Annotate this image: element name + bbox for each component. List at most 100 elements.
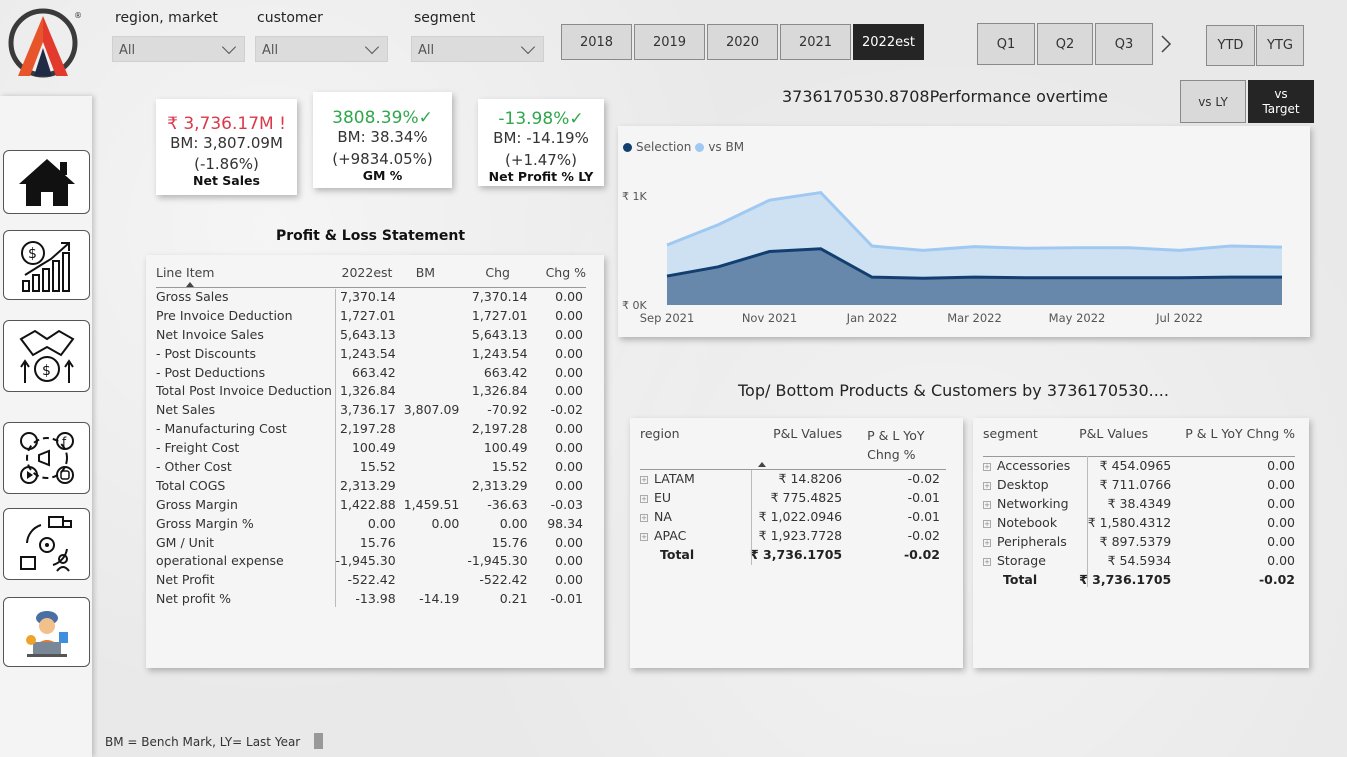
region-yoy-header[interactable]: P & L YoY Chng % [842,426,946,469]
year-button-2020[interactable]: 2020 [707,24,778,60]
pl-row[interactable]: - Post Discounts 1,243.54 1,243.54 0.00 [156,344,586,363]
expand-plus-icon[interactable]: + [983,482,991,490]
nav-marketing-button[interactable]: f [3,422,90,494]
kpi-net-sales-bm: BM: 3,807.09M [170,134,283,152]
region-row[interactable]: + APAC ₹ 1,923.7728 -0.02 [640,526,946,545]
pl-row[interactable]: GM / Unit 15.76 15.76 0.00 [156,533,586,552]
region-dropdown[interactable]: All [112,36,245,62]
nav-finance-button[interactable]: $ [3,320,90,392]
segment-row[interactable]: + Storage ₹ 54.5934 0.00 [983,551,1295,570]
expand-plus-icon[interactable]: + [640,514,648,522]
pl-row[interactable]: Gross Margin 1,422.88 1,459.51 -36.63 -0.03 [156,495,586,514]
expand-plus-icon[interactable]: + [983,558,991,566]
year-button-2019[interactable]: 2019 [634,24,705,60]
vs-target-line1: vs [1274,86,1288,101]
pl-header-chg-pct[interactable]: Chg % [536,259,586,287]
pl-cell-line-item: Net profit % [156,591,231,607]
nav-executive-button[interactable] [3,597,90,667]
region-total-row[interactable]: Total ₹ 3,736.1705 -0.02 [640,545,946,564]
pl-cell-chg: -36.63 [487,496,528,512]
pl-cell-bm [404,381,468,400]
segment-row[interactable]: + Notebook ₹ 1,580.4312 0.00 [983,513,1295,532]
customer-dropdown[interactable]: All [255,36,388,62]
region-name-cell: + APAC [640,528,687,543]
ytd-button[interactable]: YTD [1206,25,1255,66]
pl-cell-bm: -14.19 [419,591,460,607]
pl-row[interactable]: Total COGS 2,313.29 2,313.29 0.00 [156,476,586,495]
pl-row[interactable]: - Other Cost 15.52 15.52 0.00 [156,457,586,476]
pl-header-bm[interactable]: BM [404,259,468,287]
region-row[interactable]: + LATAM ₹ 14.8206 -0.02 [640,469,946,488]
supply-chain-icon [19,516,72,572]
scrollbar-thumb[interactable] [314,733,323,749]
segment-dropdown[interactable]: All [411,36,544,62]
quarter-button-q2[interactable]: Q2 [1037,23,1093,65]
expand-plus-icon[interactable]: + [640,495,648,503]
pl-row[interactable]: operational expense -1,945.30 -1,945.30 0.0… [156,551,586,570]
expand-plus-icon[interactable]: + [983,501,991,509]
chevron-right-icon[interactable] [1159,34,1173,54]
segment-row[interactable]: + Peripherals ₹ 897.5379 0.00 [983,532,1295,551]
quarter-button-q3[interactable]: Q3 [1095,23,1153,65]
region-row[interactable]: + NA ₹ 1,022.0946 -0.01 [640,507,946,526]
pl-row[interactable]: Gross Sales 7,370.14 7,370.14 0.00 [156,287,586,306]
x-tick-label: May 2022 [1049,311,1106,325]
segment-value-cell: ₹ 454.0965 [1099,458,1172,474]
pl-row[interactable]: Gross Margin % 0.00 0.00 0.00 98.34 [156,514,586,533]
pl-row[interactable]: Total Post Invoice Deduction 1,326.84 1,32… [156,381,586,400]
nav-home-button[interactable] [3,150,90,214]
expand-plus-icon[interactable]: + [640,533,648,541]
slicer-label-customer: customer [257,10,323,26]
svg-text:f: f [62,435,67,449]
pl-row[interactable]: Net profit % -13.98 -14.19 0.21 -0.01 [156,589,586,608]
segment-row[interactable]: + Accessories ₹ 454.0965 0.00 [983,456,1295,475]
ytg-button[interactable]: YTG [1256,25,1304,66]
vs-ly-button[interactable]: vs LY [1180,80,1246,123]
pl-row[interactable]: Net Invoice Sales 5,643.13 5,643.13 0.00 [156,325,586,344]
segment-row[interactable]: + Networking ₹ 38.4349 0.00 [983,494,1295,513]
segment-chng-cell: 0.00 [1267,534,1295,549]
pl-cell-chg-pct: 0.00 [555,421,583,437]
nav-supply-chain-button[interactable] [3,508,90,580]
segment-row[interactable]: + Desktop ₹ 711.0766 0.00 [983,475,1295,494]
quarter-button-q1[interactable]: Q1 [977,23,1035,65]
pl-cell-bm [404,570,468,589]
segment-yoy-header[interactable]: P & L YoY Chng % [1185,426,1295,456]
pl-row[interactable]: - Post Deductions 663.42 663.42 0.00 [156,363,586,382]
expand-plus-icon[interactable]: + [640,476,648,485]
pl-header-line-item[interactable]: Line Item [156,259,336,287]
pl-cell-2022est: 7,370.14 [340,289,396,305]
pl-cell-chg: 663.42 [483,364,528,380]
vs-target-line2: Target [1262,101,1300,116]
pl-cell-chg: 2,313.29 [471,477,528,493]
year-button-2018[interactable]: 2018 [561,24,632,60]
pl-header-2022est[interactable]: 2022est [336,259,404,287]
year-button-2021[interactable]: 2021 [780,24,851,60]
vs-target-button[interactable]: vs Target [1248,80,1314,123]
region-header[interactable]: region [640,426,766,469]
expand-plus-icon[interactable]: + [983,539,991,547]
nav-sales-button[interactable]: $ [3,230,90,300]
segment-header[interactable]: segment [983,426,1079,456]
pl-cell-chg-pct: 0.00 [555,534,583,550]
segment-pl-values-header[interactable]: P&L Values [1079,426,1185,456]
pl-row[interactable]: Pre Invoice Deduction 1,727.01 1,727.01 0.0… [156,306,586,325]
pl-row[interactable]: - Freight Cost 100.49 100.49 0.00 [156,438,586,457]
pl-row[interactable]: Net Profit -522.42 -522.42 0.00 [156,570,586,589]
segment-chng-cell: 0.00 [1267,515,1295,530]
region-name-cell: + EU [640,490,672,505]
region-value-cell: ₹ 3,736.1705 [750,547,843,562]
pl-row[interactable]: - Manufacturing Cost 2,197.28 2,197.28 0.00 [156,419,586,438]
pl-cell-chg: -522.42 [479,572,528,588]
pl-cell-2022est: 1,243.54 [340,345,396,361]
segment-name-cell: Total [1003,572,1038,587]
sales-growth-icon: $ [20,241,70,292]
pl-cell-bm [404,306,468,325]
pl-row[interactable]: Net Sales 3,736.17 3,807.09 -70.92 -0.02 [156,400,586,419]
segment-total-row[interactable]: Total ₹ 3,736.1705 -0.02 [983,570,1295,589]
pl-header-chg[interactable]: Chg [467,259,535,287]
year-button-2022est[interactable]: 2022est [853,24,924,60]
region-row[interactable]: + EU ₹ 775.4825 -0.01 [640,488,946,507]
expand-plus-icon[interactable]: + [983,463,991,472]
expand-plus-icon[interactable]: + [983,520,991,528]
